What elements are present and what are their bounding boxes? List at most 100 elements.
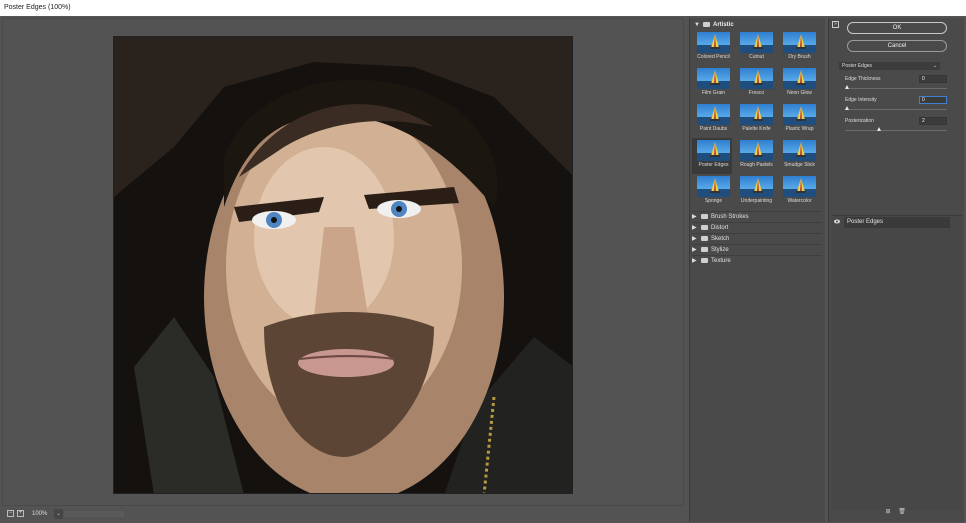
param-value-input[interactable]: 2 <box>919 117 947 125</box>
filter-preview-image <box>697 140 730 161</box>
filter-select-value: Poster Edges <box>842 63 873 69</box>
filter-thumbnail-palette-knife[interactable]: Palette Knife <box>735 102 775 138</box>
filter-preview-image <box>783 176 816 197</box>
preview-image[interactable] <box>113 36 573 494</box>
filter-preview-image <box>783 140 816 161</box>
filter-thumbnail-poster-edges[interactable]: Poster Edges <box>692 138 732 174</box>
collapse-panel-icon[interactable]: » <box>832 21 839 28</box>
filter-thumbnail-rough-pastels[interactable]: Rough Pastels <box>735 138 775 174</box>
slider-handle[interactable] <box>845 106 849 110</box>
category-label: Sketch <box>711 236 730 242</box>
filter-label: Poster Edges <box>698 162 729 168</box>
folder-icon <box>701 235 708 241</box>
folder-icon <box>703 21 710 27</box>
filter-label: Neon Glow <box>787 90 812 96</box>
filter-preview-image <box>783 68 816 89</box>
filter-label: Smudge Stick <box>784 162 815 168</box>
filter-label: Paint Daubs <box>699 126 728 132</box>
cancel-button[interactable]: Cancel <box>847 40 947 52</box>
filter-thumbnail-fresco[interactable]: Fresco <box>735 66 775 102</box>
folder-icon <box>701 246 708 252</box>
filter-label: Dry Brush <box>788 54 811 60</box>
param-slider[interactable] <box>845 106 947 110</box>
param-slider[interactable] <box>845 127 947 131</box>
new-effect-layer-icon[interactable]: ⊞ <box>884 508 892 516</box>
category-artistic-label: Artistic <box>713 22 734 28</box>
param-value-input[interactable]: 0 <box>919 75 947 83</box>
ok-button[interactable]: OK <box>847 22 947 34</box>
filter-label: Watercolor <box>787 198 812 204</box>
folder-icon <box>701 224 708 230</box>
category-label: Brush Strokes <box>711 214 749 220</box>
category-label: Texture <box>711 258 731 264</box>
filter-thumbnail-film-grain[interactable]: Film Grain <box>692 66 732 102</box>
zoom-bar: − + 100% ⌄ <box>2 507 684 521</box>
filter-thumbnail-neon-glow[interactable]: Neon Glow <box>778 66 818 102</box>
filter-label: Cutout <box>749 54 764 60</box>
horizontal-scrollbar[interactable] <box>64 511 124 517</box>
chevron-down-icon: ⌄ <box>932 63 937 69</box>
param-label: Edge Intensity <box>845 97 877 103</box>
filter-preview-image <box>740 32 773 53</box>
portrait-image <box>114 37 572 493</box>
param-value-input[interactable]: 0 <box>919 96 947 104</box>
filter-thumbnail-plastic-wrap[interactable]: Plastic Wrap <box>778 102 818 138</box>
filter-thumbnail-dry-brush[interactable]: Dry Brush <box>778 30 818 66</box>
category-artistic[interactable]: ▼ Artistic <box>694 20 734 30</box>
delete-effect-layer-icon[interactable]: 🗑 <box>898 508 906 516</box>
slider-handle[interactable] <box>845 85 849 89</box>
filter-preview-image <box>697 104 730 125</box>
category-distort[interactable]: ▶ Distort <box>692 222 822 233</box>
filter-select[interactable]: Poster Edges ⌄ <box>839 62 940 70</box>
filter-preview-image <box>783 104 816 125</box>
visibility-eye-icon[interactable] <box>834 219 840 224</box>
param-label: Posterization <box>845 118 874 124</box>
category-label: Stylize <box>711 247 729 253</box>
effect-layers-panel: Poster Edges <box>832 215 962 510</box>
preview-area[interactable] <box>2 18 684 506</box>
filter-label: Film Grain <box>701 90 726 96</box>
filter-label: Plastic Wrap <box>785 126 814 132</box>
param-label: Edge Thickness <box>845 76 881 82</box>
folder-icon <box>701 257 708 263</box>
filter-thumbnail-smudge-stick[interactable]: Smudge Stick <box>778 138 818 174</box>
folder-icon <box>701 213 708 219</box>
filter-label: Colored Pencil <box>697 54 730 60</box>
filter-gallery: ▼ Artistic Colored Pencil Cutout Dry Brush F… <box>689 18 825 522</box>
chevron-down-icon: ⌄ <box>54 509 63 519</box>
filter-preview-image <box>740 140 773 161</box>
zoom-in-button[interactable]: + <box>17 510 24 517</box>
category-stylize[interactable]: ▶ Stylize <box>692 244 822 255</box>
filter-preview-image <box>783 32 816 53</box>
expand-triangle-icon: ▼ <box>694 22 700 28</box>
param-slider[interactable] <box>845 85 947 89</box>
zoom-level-select[interactable]: 100% ⌄ <box>29 509 63 519</box>
filter-preview-image <box>697 68 730 89</box>
settings-panel: » OK Cancel Poster Edges ⌄ Edge Thicknes… <box>828 18 964 522</box>
category-brush-strokes[interactable]: ▶ Brush Strokes <box>692 211 822 222</box>
category-label: Distort <box>711 225 729 231</box>
filter-preview-image <box>697 176 730 197</box>
filter-label: Sponge <box>704 198 723 204</box>
category-sketch[interactable]: ▶ Sketch <box>692 233 822 244</box>
window-title: Poster Edges (100%) <box>0 0 966 16</box>
filter-thumbnail-paint-daubs[interactable]: Paint Daubs <box>692 102 732 138</box>
zoom-out-button[interactable]: − <box>7 510 14 517</box>
filter-thumbnail-watercolor[interactable]: Watercolor <box>778 174 818 210</box>
filter-label: Rough Pastels <box>740 162 773 168</box>
slider-handle[interactable] <box>877 127 882 131</box>
filter-thumbnail-colored-pencil[interactable]: Colored Pencil <box>692 30 732 66</box>
filter-thumbnail-sponge[interactable]: Sponge <box>692 174 732 210</box>
filter-thumbnail-cutout[interactable]: Cutout <box>735 30 775 66</box>
category-texture[interactable]: ▶ Texture <box>692 255 822 266</box>
expand-triangle-icon: ▶ <box>692 258 697 264</box>
filter-label: Fresco <box>748 90 765 96</box>
effect-layer-item[interactable]: Poster Edges <box>844 217 950 228</box>
zoom-level-value: 100% <box>32 511 48 517</box>
filter-label: Underpainting <box>740 198 773 204</box>
filter-preview-image <box>740 68 773 89</box>
filter-preview-image <box>740 176 773 197</box>
filter-preview-image <box>740 104 773 125</box>
filter-preview-image <box>697 32 730 53</box>
filter-thumbnail-underpainting[interactable]: Underpainting <box>735 174 775 210</box>
